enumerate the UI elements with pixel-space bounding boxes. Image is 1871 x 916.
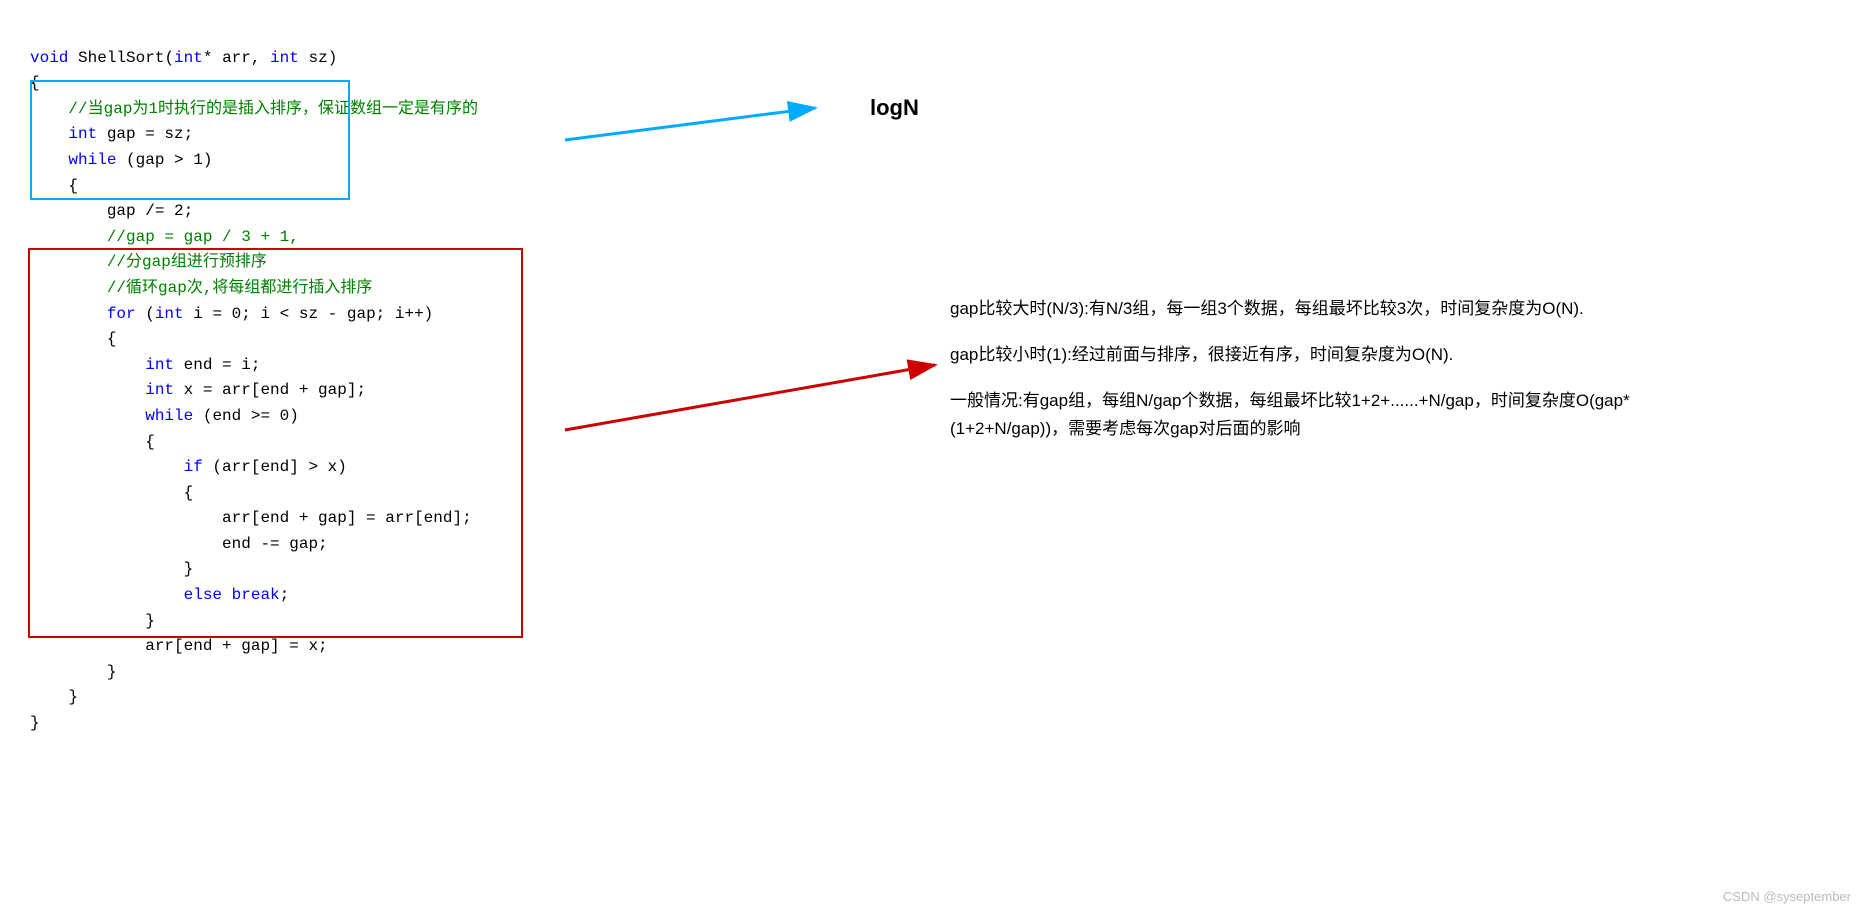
void-keyword: void [30, 49, 68, 67]
watermark: CSDN @syseptember [1723, 889, 1851, 904]
code-block: void ShellSort(int* arr, int sz) { //当ga… [30, 20, 540, 762]
desc-para-3: 一般情况:有gap组，每组N/gap个数据，每组最坏比较1+2+......+N… [950, 387, 1630, 443]
main-container: void ShellSort(int* arr, int sz) { //当ga… [0, 0, 1871, 916]
arrow-section: logN gap比较大时(N/3):有N/3组，每一组3个数据，每组最坏比较3次… [560, 0, 1871, 916]
desc-para-1: gap比较大时(N/3):有N/3组，每一组3个数据，每组最坏比较3次，时间复杂… [950, 295, 1630, 323]
code-section: void ShellSort(int* arr, int sz) { //当ga… [0, 0, 560, 916]
desc-para-2: gap比较小时(1):经过前面与排序，很接近有序，时间复杂度为O(N). [950, 341, 1630, 369]
description-section: gap比较大时(N/3):有N/3组，每一组3个数据，每组最坏比较3次，时间复杂… [950, 295, 1630, 461]
logn-label: logN [870, 95, 919, 121]
